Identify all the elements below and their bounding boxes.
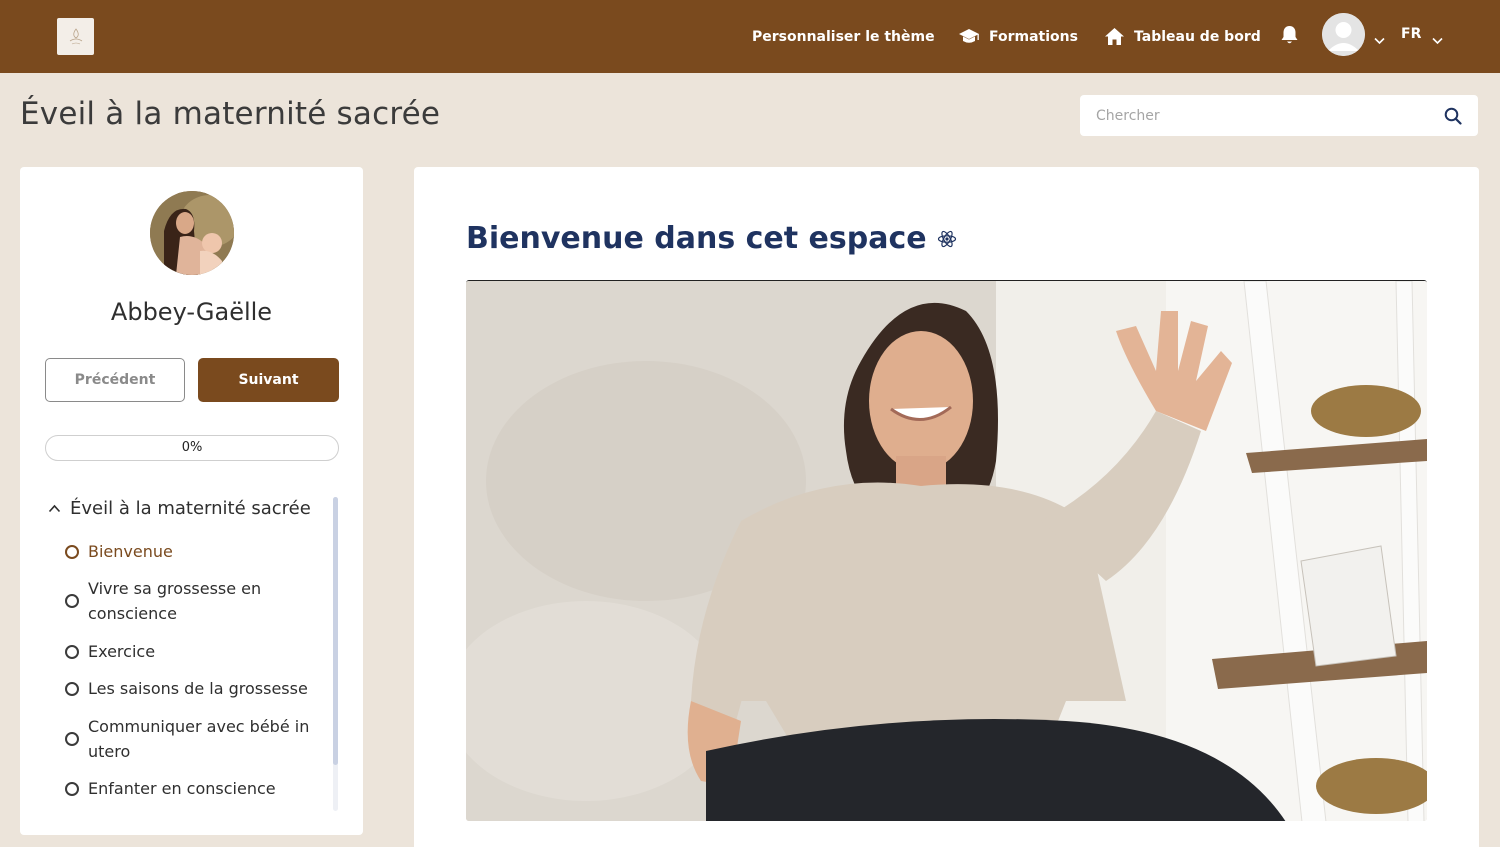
nav-dashboard[interactable]: Tableau de bord [1104, 0, 1261, 73]
language-label: FR [1401, 26, 1422, 42]
nav-formations[interactable]: Formations [958, 0, 1078, 73]
lesson-item-enfanter[interactable]: Enfanter en conscience [65, 776, 318, 801]
lesson-item-les-saisons[interactable]: Les saisons de la grossesse [65, 676, 318, 701]
course-progress-bar: 0% [45, 435, 339, 461]
search-box [1080, 95, 1478, 136]
nav-customize-theme-label: Personnaliser le thème [752, 28, 935, 45]
nav-formations-label: Formations [989, 28, 1078, 45]
lesson-status-circle-icon [65, 681, 79, 696]
language-chevron-down-icon[interactable] [1432, 30, 1443, 49]
home-icon [1104, 27, 1125, 46]
user-menu-chevron-down-icon[interactable] [1374, 30, 1385, 49]
lesson-item-exercice[interactable]: Exercice [65, 639, 318, 664]
language-selector[interactable]: FR [1401, 26, 1421, 42]
lesson-list-scrollbar[interactable] [333, 497, 338, 811]
atom-icon [937, 229, 957, 249]
brand-logo[interactable] [57, 18, 94, 55]
lesson-status-circle-icon [65, 781, 79, 796]
page-title: Éveil à la maternité sacrée [20, 96, 441, 132]
lesson-label: Exercice [88, 642, 156, 661]
next-button[interactable]: Suivant [198, 358, 339, 402]
lesson-label: Communiquer avec bébé in utero [88, 717, 310, 761]
lesson-title: Bienvenue dans cet espace [466, 221, 957, 256]
scrollbar-thumb[interactable] [333, 497, 338, 765]
lesson-title-text: Bienvenue dans cet espace [466, 221, 927, 256]
lesson-item-vivre-sa-grossesse[interactable]: Vivre sa grossesse en conscience [65, 576, 318, 626]
logo-mark-icon [69, 27, 82, 44]
lesson-label: Vivre sa grossesse en conscience [88, 579, 262, 623]
progress-percentage: 0% [181, 440, 203, 455]
notifications-bell-icon[interactable] [1279, 24, 1300, 50]
lesson-item-bienvenue[interactable]: Bienvenue [65, 539, 318, 564]
lesson-status-circle-icon [65, 544, 79, 559]
previous-button[interactable]: Précédent [45, 358, 185, 402]
lesson-item-communiquer[interactable]: Communiquer avec bébé in utero [65, 714, 318, 764]
top-navigation-bar: Personnaliser le thème Formations Tablea… [0, 0, 1500, 73]
nav-dashboard-label: Tableau de bord [1134, 28, 1261, 45]
lesson-content-card: Bienvenue dans cet espace [414, 167, 1479, 847]
chevron-up-icon [48, 504, 61, 513]
user-silhouette-icon [1322, 13, 1365, 56]
module-title: Éveil à la maternité sacrée [70, 498, 311, 519]
lesson-label: Enfanter en conscience [88, 779, 276, 798]
lesson-status-circle-icon [65, 594, 79, 608]
author-photo [150, 191, 234, 275]
video-player[interactable] [466, 280, 1427, 821]
video-frame-image [466, 281, 1427, 821]
module-header[interactable]: Éveil à la maternité sacrée [48, 498, 311, 519]
search-icon[interactable] [1444, 107, 1462, 129]
search-input[interactable] [1096, 95, 1426, 136]
graduation-cap-icon [958, 28, 980, 46]
lesson-label: Les saisons de la grossesse [88, 679, 308, 698]
nav-customize-theme[interactable]: Personnaliser le thème [752, 0, 935, 73]
course-sidebar: Abbey-Gaëlle Précédent Suivant 0% Éveil … [20, 167, 363, 835]
lesson-label: Bienvenue [88, 542, 173, 561]
lesson-status-circle-icon [65, 644, 79, 659]
lesson-status-circle-icon [65, 732, 79, 746]
author-name: Abbey-Gaëlle [110, 298, 273, 326]
user-avatar[interactable] [1322, 13, 1365, 56]
